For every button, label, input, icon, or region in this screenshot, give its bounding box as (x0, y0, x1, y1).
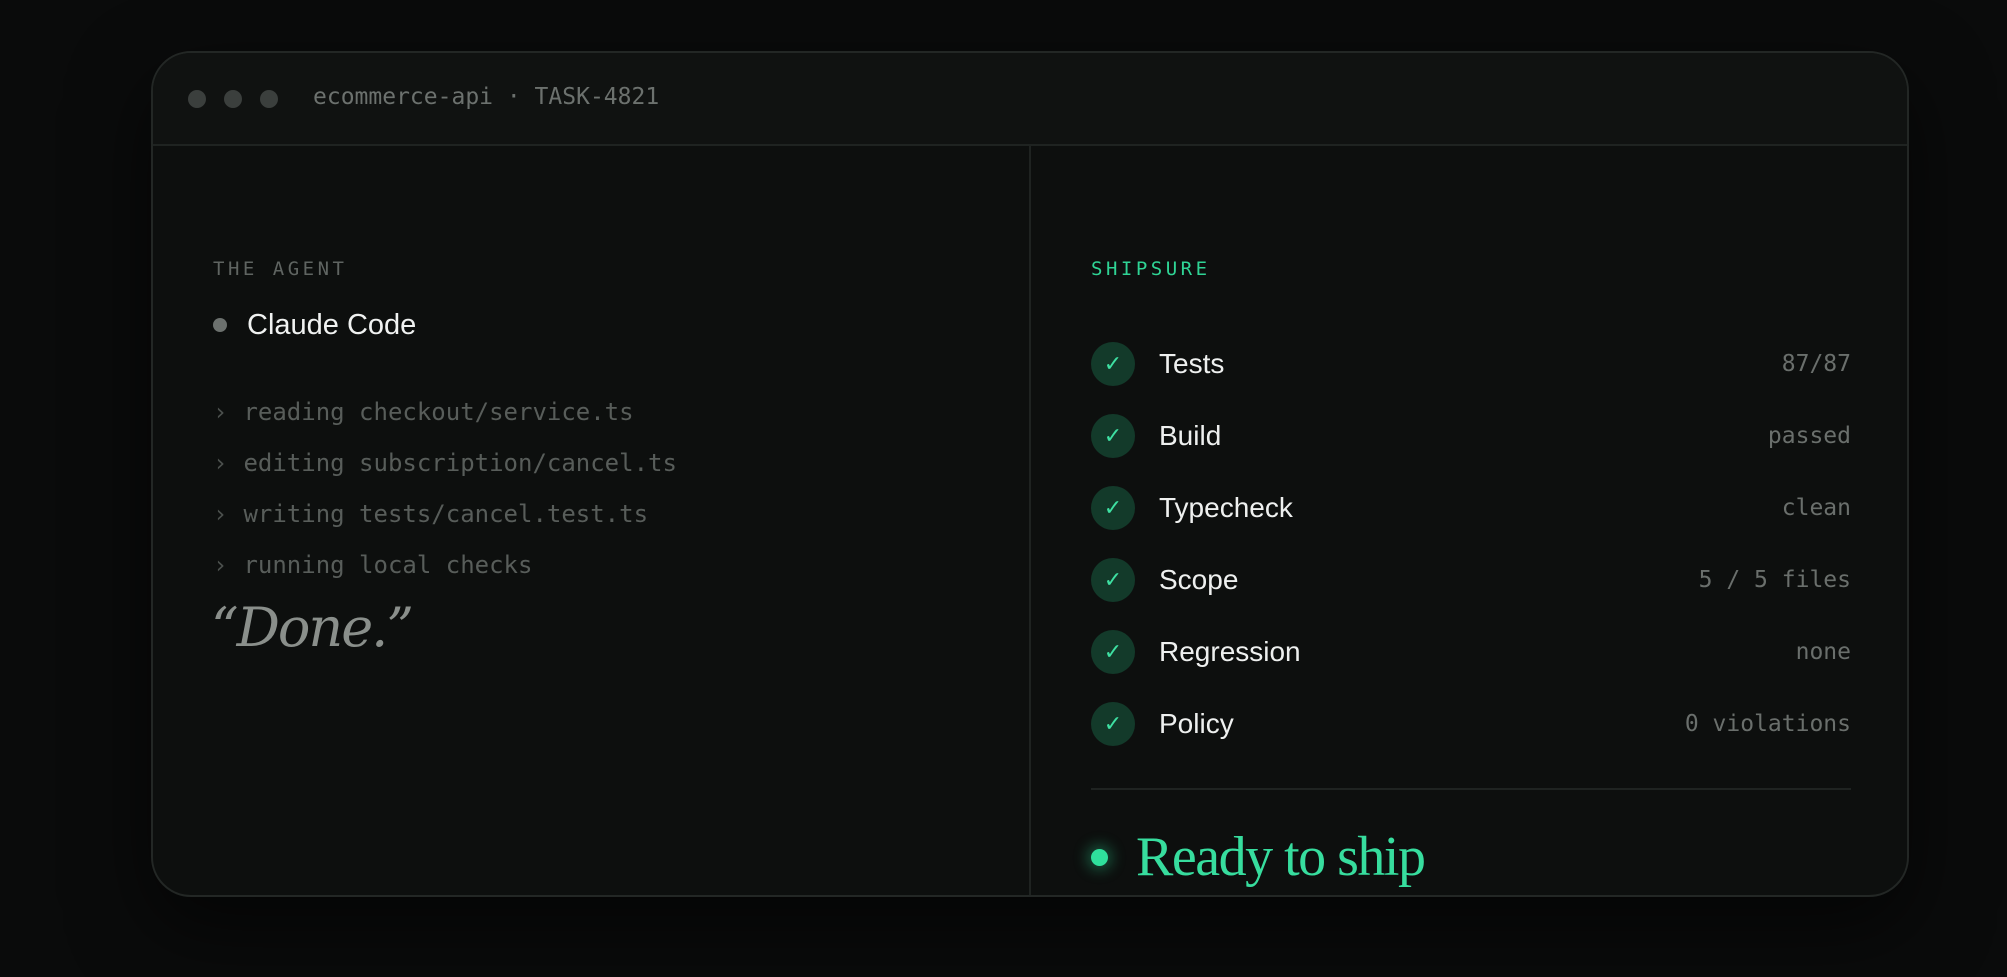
check-value: 5 / 5 files (1698, 567, 1851, 593)
check-icon: ✓ (1091, 342, 1135, 386)
status-divider (1091, 788, 1851, 790)
check-icon: ✓ (1091, 486, 1135, 530)
check-value: none (1795, 639, 1851, 665)
check-row-policy: ✓ Policy 0 violations (1091, 688, 1851, 760)
check-icon: ✓ (1091, 630, 1135, 674)
check-row-typecheck: ✓ Typecheck clean (1091, 472, 1851, 544)
log-item: › reading checkout/service.ts (213, 386, 677, 437)
log-item: › running local checks (213, 539, 677, 590)
agent-log: › reading checkout/service.ts › editing … (213, 386, 677, 590)
log-text: reading checkout/service.ts (243, 397, 634, 426)
chevron-right-icon: › (213, 448, 228, 477)
check-label: Policy (1159, 708, 1234, 739)
check-label: Typecheck (1159, 492, 1293, 523)
window-minimize-dot[interactable] (224, 90, 242, 108)
shipsure-panel: SHIPSURE ✓ Tests 87/87 ✓ Build passed ✓ … (1031, 146, 1907, 895)
log-item: › editing subscription/cancel.ts (213, 437, 677, 488)
chevron-right-icon: › (213, 550, 228, 579)
log-item: › writing tests/cancel.test.ts (213, 488, 677, 539)
log-text: writing tests/cancel.test.ts (243, 499, 649, 528)
agent-row: Claude Code (213, 301, 416, 349)
check-row-regression: ✓ Regression none (1091, 616, 1851, 688)
agent-section-label: THE AGENT (213, 258, 348, 280)
check-row-build: ✓ Build passed (1091, 400, 1851, 472)
check-label: Build (1159, 420, 1222, 451)
agent-panel: THE AGENT Claude Code › reading checkout… (153, 146, 1029, 895)
window-close-dot[interactable] (188, 90, 206, 108)
agent-name: Claude Code (247, 308, 417, 341)
task-window: ecommerce-api · TASK-4821 THE AGENT Clau… (151, 51, 1909, 897)
chevron-right-icon: › (213, 397, 228, 426)
ship-status: Ready to ship (1091, 822, 1426, 892)
check-label: Regression (1159, 636, 1301, 667)
check-value: 0 violations (1684, 711, 1851, 737)
ship-status-text: Ready to ship (1136, 826, 1426, 888)
check-label: Tests (1159, 348, 1225, 379)
window-maximize-dot[interactable] (260, 90, 278, 108)
check-row-tests: ✓ Tests 87/87 (1091, 328, 1851, 400)
check-row-scope: ✓ Scope 5 / 5 files (1091, 544, 1851, 616)
check-label: Scope (1159, 564, 1239, 595)
status-dot-icon (1091, 848, 1108, 866)
check-value: 87/87 (1781, 351, 1851, 377)
log-text: editing subscription/cancel.ts (243, 448, 677, 477)
agent-done-quote: “Done.” (211, 596, 414, 659)
check-icon: ✓ (1091, 558, 1135, 602)
check-icon: ✓ (1091, 414, 1135, 458)
check-value: clean (1781, 495, 1851, 521)
shipsure-section-label: SHIPSURE (1091, 258, 1211, 280)
check-value: passed (1767, 423, 1851, 449)
check-icon: ✓ (1091, 702, 1135, 746)
chevron-right-icon: › (213, 499, 228, 528)
window-title: ecommerce-api · TASK-4821 (313, 84, 660, 110)
log-text: running local checks (243, 550, 533, 579)
check-list: ✓ Tests 87/87 ✓ Build passed ✓ Typecheck… (1091, 328, 1851, 760)
agent-status-dot-icon (213, 318, 227, 332)
title-bar: ecommerce-api · TASK-4821 (153, 53, 1907, 146)
